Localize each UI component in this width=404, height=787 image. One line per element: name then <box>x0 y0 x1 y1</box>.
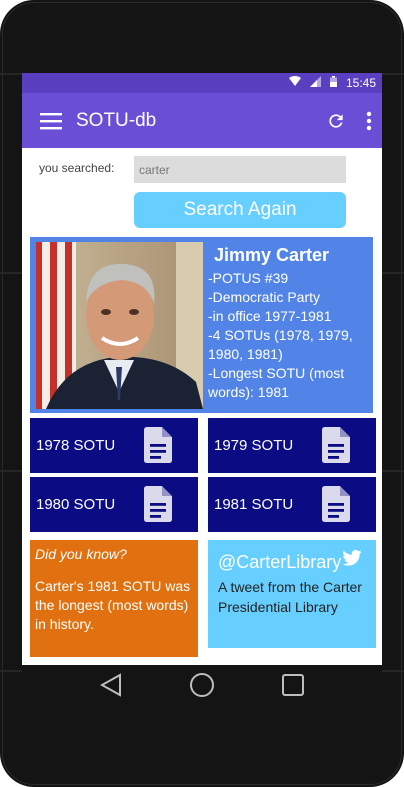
bezel-line <box>382 272 404 274</box>
bezel-line <box>382 470 404 472</box>
bezel-line <box>0 73 22 75</box>
bezel-line <box>0 670 22 672</box>
president-portrait <box>36 242 203 409</box>
screen: 15:45 SOTU-db you searched: Search Again <box>22 73 382 665</box>
document-icon <box>322 427 350 467</box>
status-time: 15:45 <box>345 76 376 90</box>
twitter-bird-icon <box>342 550 362 571</box>
sotu-card-1980[interactable]: 1980 SOTU <box>30 477 198 532</box>
president-name: Jimmy Carter <box>214 245 330 265</box>
wifi-icon <box>288 76 301 90</box>
sotu-card-label: 1979 SOTU <box>214 437 294 454</box>
search-again-button[interactable]: Search Again <box>134 192 346 228</box>
document-icon <box>144 427 172 467</box>
system-nav-bar <box>22 665 382 710</box>
search-input[interactable] <box>134 156 346 183</box>
did-you-know-body: Carter's 1981 SOTU was the longest (most… <box>35 578 191 632</box>
tweet-description: A tweet from the Carter Presidential Lib… <box>218 579 362 615</box>
profile-fact: -POTUS #39 <box>208 270 289 286</box>
phone-frame: 15:45 SOTU-db you searched: Search Again <box>0 0 404 787</box>
document-icon <box>144 486 172 526</box>
more-vert-icon[interactable] <box>366 111 372 131</box>
profile-fact: -Longest SOTU (most words): 1981 <box>208 365 345 400</box>
search-section: you searched: Search Again <box>22 148 382 236</box>
bezel-line <box>0 470 22 472</box>
sotu-card-label: 1981 SOTU <box>214 496 294 513</box>
menu-icon[interactable] <box>40 112 62 130</box>
refresh-icon[interactable] <box>326 111 346 131</box>
document-icon <box>322 486 350 526</box>
sotu-card-1978[interactable]: 1978 SOTU <box>30 418 198 473</box>
search-label: you searched: <box>39 161 115 175</box>
recents-square-icon[interactable] <box>281 674 304 701</box>
bezel-line <box>382 670 404 672</box>
tweet-card[interactable]: @CarterLibrary A tweet from the Carter P… <box>208 540 376 648</box>
profile-text: Jimmy Carter -POTUS #39 -Democratic Part… <box>208 245 373 402</box>
sotu-card-1979[interactable]: 1979 SOTU <box>208 418 376 473</box>
app-bar: SOTU-db <box>22 93 382 148</box>
sotu-card-1981[interactable]: 1981 SOTU <box>208 477 376 532</box>
profile-fact: -4 SOTUs (1978, 1979, 1980, 1981) <box>208 327 353 362</box>
back-triangle-icon[interactable] <box>100 673 122 702</box>
home-circle-icon[interactable] <box>189 672 215 703</box>
profile-fact: -Democratic Party <box>208 289 321 305</box>
sotu-card-label: 1978 SOTU <box>36 437 116 454</box>
did-you-know-card: Did you know? Carter's 1981 SOTU was the… <box>30 540 198 657</box>
bezel-line <box>0 272 22 274</box>
sotu-card-label: 1980 SOTU <box>36 496 116 513</box>
did-you-know-heading: Did you know? <box>35 546 127 562</box>
bezel-line <box>382 73 404 75</box>
signal-icon <box>309 76 321 90</box>
app-title: SOTU-db <box>76 109 157 131</box>
status-bar: 15:45 <box>22 73 382 93</box>
president-profile-card: Jimmy Carter -POTUS #39 -Democratic Part… <box>30 237 373 413</box>
profile-fact: -in office 1977-1981 <box>208 308 332 324</box>
battery-icon <box>329 76 337 90</box>
